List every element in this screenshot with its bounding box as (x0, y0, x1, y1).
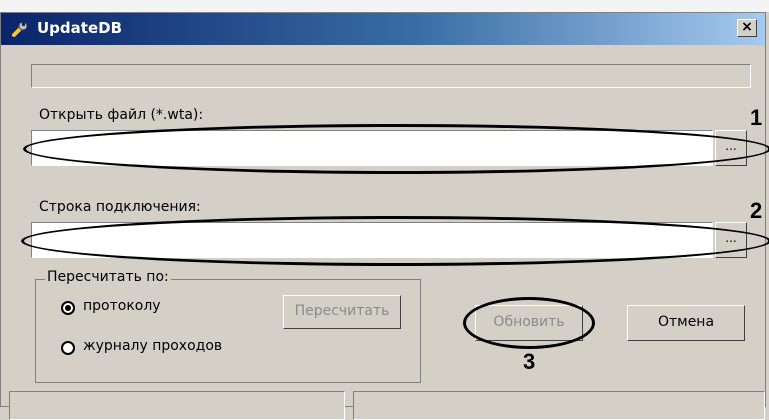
window-title: UpdateDB (37, 19, 123, 37)
file-path-input[interactable] (31, 130, 713, 166)
background-strip (0, 0, 769, 12)
updatedb-window: UpdateDB × Открыть файл (*.wta): ... 1 С… (0, 12, 769, 420)
connection-string-input[interactable] (31, 222, 713, 258)
wrench-icon (12, 21, 28, 37)
status-panel-left (9, 391, 345, 420)
radio-protocol-label: протоколу (83, 298, 161, 314)
progress-bar (31, 64, 751, 88)
recalculate-button[interactable]: Пересчитать (283, 295, 401, 329)
radio-selected-dot (65, 305, 71, 311)
close-button[interactable]: × (737, 19, 757, 37)
annotation-number-2: 2 (750, 198, 763, 223)
title-bar: UpdateDB × (1, 13, 765, 45)
cancel-button[interactable]: Отмена (627, 305, 745, 341)
annotation-number-3: 3 (523, 349, 536, 374)
status-panel-right (353, 391, 765, 420)
recalc-legend: Пересчитать по: (45, 269, 171, 285)
connection-label: Строка подключения: (39, 199, 201, 215)
file-label: Открыть файл (*.wta): (39, 107, 204, 123)
browse-connection-button[interactable]: ... (715, 222, 747, 258)
annotation-number-1: 1 (750, 105, 763, 130)
radio-journal[interactable] (61, 341, 75, 355)
update-button[interactable]: Обновить (475, 305, 583, 341)
radio-journal-label: журналу проходов (83, 338, 223, 354)
radio-protocol[interactable] (61, 301, 75, 315)
browse-file-button[interactable]: ... (715, 130, 747, 166)
